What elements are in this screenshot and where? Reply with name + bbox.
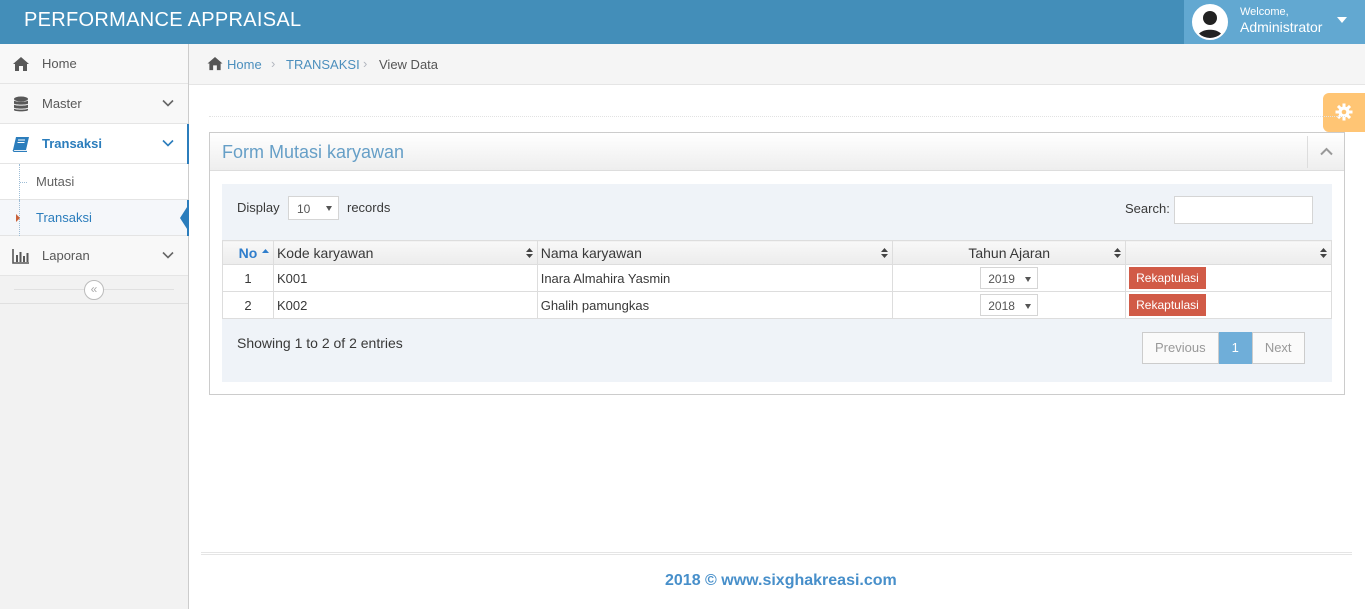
user-menu[interactable]: Welcome, Administrator: [1184, 0, 1365, 44]
column-header-action[interactable]: [1125, 240, 1332, 265]
caret-down-icon: [1337, 17, 1347, 23]
rekaptulasi-button[interactable]: Rekaptulasi: [1129, 267, 1206, 289]
sidebar-subitem-label: Transaksi: [36, 210, 92, 225]
sidebar-item-laporan[interactable]: Laporan: [0, 236, 188, 276]
user-avatar-icon: [1194, 6, 1226, 38]
table-info: Showing 1 to 2 of 2 entries: [237, 335, 403, 351]
breadcrumb-home-link[interactable]: Home: [227, 57, 262, 72]
navbar: PERFORMANCE APPRAISAL Welcome, Administr…: [0, 0, 1365, 44]
database-icon: [14, 96, 28, 112]
form-widget: Form Mutasi karyawan Display 10 records …: [209, 132, 1345, 395]
search-input[interactable]: [1174, 196, 1313, 224]
rekaptulasi-button[interactable]: Rekaptulasi: [1129, 294, 1206, 316]
sidebar-item-label: Transaksi: [42, 136, 102, 151]
table-row: 1 K001 Inara Almahira Yasmin 2019 Rekapt…: [222, 264, 1332, 292]
widget-collapse-button[interactable]: [1307, 136, 1344, 168]
widget-header: Form Mutasi karyawan: [210, 133, 1344, 171]
sort-icon: [1114, 248, 1122, 258]
cell-tahun: 2018: [892, 291, 1127, 319]
column-header-kode[interactable]: Kode karyawan: [272, 240, 538, 265]
sidebar-item-transaksi[interactable]: Transaksi: [0, 124, 189, 164]
home-icon: [207, 56, 223, 71]
sidebar-item-label: Home: [42, 56, 77, 71]
cell-kode: K002: [272, 291, 538, 319]
search-label: Search:: [1125, 201, 1170, 216]
brand-title[interactable]: PERFORMANCE APPRAISAL: [24, 9, 301, 32]
sort-icon: [1320, 248, 1327, 258]
sidebar-item-label: Laporan: [42, 248, 90, 263]
page-header-divider: [209, 116, 1345, 117]
chevron-down-icon: [162, 251, 174, 259]
chevron-down-icon: [162, 139, 174, 147]
sidebar-subitem-mutasi[interactable]: Mutasi: [0, 164, 188, 200]
cell-no: 2: [222, 291, 274, 319]
cell-tahun: 2019: [892, 264, 1127, 292]
chevron-down-icon: [162, 99, 174, 107]
caret-down-icon: [1025, 277, 1032, 282]
page-length-select[interactable]: 10: [288, 196, 339, 220]
double-chevron-left-icon[interactable]: «: [84, 280, 104, 300]
active-indicator: [180, 204, 189, 232]
caret-right-icon: [16, 214, 20, 222]
page-length-value: 10: [297, 202, 311, 216]
breadcrumb: Home › TRANSAKSI › View Data: [189, 44, 1365, 85]
footer-copyright: 2018 © www.sixghakreasi.com: [665, 572, 897, 589]
column-header-nama[interactable]: Nama karyawan: [536, 240, 894, 265]
footer-divider: [201, 552, 1352, 555]
data-table: No Kode karyawan Nama karyawan Tahun Aja…: [222, 240, 1332, 319]
welcome-label: Welcome,: [1240, 6, 1289, 18]
column-header-no[interactable]: No: [222, 240, 274, 265]
display-label: Display: [237, 200, 280, 215]
sort-icon: [881, 248, 889, 258]
breadcrumb-current: View Data: [379, 57, 439, 72]
cell-kode: K001: [272, 264, 538, 292]
sidebar-subitem-label: Mutasi: [36, 174, 75, 189]
gear-icon: [1335, 103, 1353, 121]
table-header-row: No Kode karyawan Nama karyawan Tahun Aja…: [222, 240, 1332, 265]
avatar: [1192, 4, 1228, 40]
tree-tick: [20, 182, 27, 183]
sidebar-item-home[interactable]: Home: [0, 44, 188, 84]
table-row: 2 K002 Ghalih pamungkas 2018 Rekaptulasi: [222, 291, 1332, 319]
column-header-tahun[interactable]: Tahun Ajaran: [892, 240, 1127, 265]
book-icon: [12, 137, 29, 152]
cell-action: Rekaptulasi: [1125, 291, 1332, 319]
breadcrumb-transaksi-link[interactable]: TRANSAKSI: [286, 57, 360, 72]
home-icon: [13, 57, 29, 71]
user-name: Administrator: [1240, 19, 1323, 35]
breadcrumb-separator: ›: [363, 56, 368, 71]
sort-asc-icon: [261, 249, 269, 253]
sidebar-collapse-row: «: [0, 276, 188, 304]
sidebar: Home Master Transaksi Mutasi Transaksi L…: [0, 44, 189, 609]
pagination-previous[interactable]: Previous: [1142, 332, 1219, 364]
cell-nama: Inara Almahira Yasmin: [536, 264, 894, 292]
breadcrumb-separator: ›: [271, 56, 276, 71]
sidebar-item-label: Master: [42, 96, 82, 111]
caret-down-icon: [1025, 304, 1032, 309]
caret-down-icon: [326, 206, 332, 211]
cell-action: Rekaptulasi: [1125, 264, 1332, 292]
records-label: records: [347, 200, 391, 215]
pagination-next[interactable]: Next: [1251, 332, 1305, 364]
sort-icon: [525, 248, 533, 258]
settings-button[interactable]: [1323, 93, 1365, 132]
widget-body: Display 10 records Search: No Kode karya…: [222, 184, 1332, 382]
pagination: Previous 1 Next: [1142, 332, 1305, 364]
cell-no: 1: [222, 264, 274, 292]
sidebar-subitem-transaksi[interactable]: Transaksi: [0, 200, 189, 236]
bar-chart-icon: [12, 249, 29, 264]
tahun-select[interactable]: 2018: [980, 294, 1039, 316]
tahun-select[interactable]: 2019: [980, 267, 1039, 289]
widget-title: Form Mutasi karyawan: [222, 142, 405, 162]
sidebar-item-master[interactable]: Master: [0, 84, 188, 124]
pagination-page-1[interactable]: 1: [1218, 332, 1252, 364]
cell-nama: Ghalih pamungkas: [536, 291, 894, 319]
chevron-up-icon: [1320, 147, 1333, 156]
